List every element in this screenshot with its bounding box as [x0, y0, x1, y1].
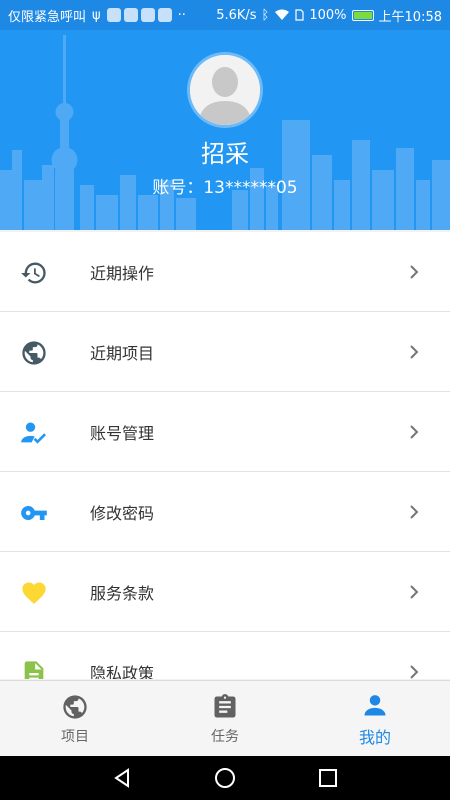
- profile-header: 招采 账号：13******05: [0, 30, 450, 230]
- account-check-icon: [20, 419, 48, 447]
- menu-item-privacy-policy[interactable]: 隐私政策: [0, 632, 450, 679]
- account-number: 账号：13******05: [0, 173, 450, 198]
- chevron-right-icon: [406, 584, 422, 600]
- battery-icon: [351, 9, 374, 21]
- menu-item-label: 账号管理: [90, 423, 155, 443]
- globe-icon: [20, 339, 48, 367]
- default-avatar-icon: [190, 55, 260, 125]
- avatar[interactable]: [190, 55, 260, 125]
- notification-icons: [106, 8, 172, 22]
- wifi-icon: [275, 9, 290, 20]
- status-bar: 仅限紧急呼叫 ψ ·· 5.6K/s ᛒ 100% 上午10:58: [0, 0, 450, 30]
- key-icon: [20, 499, 48, 527]
- tab-tasks[interactable]: 任务: [150, 681, 300, 756]
- recents-icon[interactable]: [317, 767, 339, 789]
- menu-item-label: 服务条款: [90, 583, 155, 603]
- menu-item-recent-projects[interactable]: 近期项目: [0, 312, 450, 392]
- bluetooth-icon: ᛒ: [261, 7, 270, 23]
- person-icon: [360, 690, 390, 720]
- menu-item-label: 近期项目: [90, 343, 155, 363]
- account-label: 账号：: [152, 178, 204, 198]
- document-icon: [20, 659, 48, 679]
- chevron-right-icon: [406, 664, 422, 680]
- status-left: 仅限紧急呼叫 ψ ··: [8, 6, 186, 25]
- carrier-text: 仅限紧急呼叫: [8, 9, 87, 25]
- usb-icon: ψ: [92, 7, 101, 23]
- home-icon[interactable]: [214, 767, 236, 789]
- back-icon[interactable]: [111, 767, 133, 789]
- chevron-right-icon: [406, 424, 422, 440]
- globe-icon: [60, 692, 90, 722]
- chevron-right-icon: [406, 504, 422, 520]
- profile-menu: 近期操作 近期项目 账号管理 修改密码 服务条款 隐私政策: [0, 232, 450, 679]
- tab-projects[interactable]: 项目: [0, 681, 150, 756]
- clock: 上午10:58: [378, 9, 442, 25]
- user-name: 招采: [201, 140, 249, 168]
- menu-item-change-password[interactable]: 修改密码: [0, 472, 450, 552]
- sim-icon: [295, 9, 304, 21]
- chevron-right-icon: [406, 264, 422, 280]
- battery-percent: 100%: [309, 7, 347, 23]
- network-speed: 5.6K/s: [216, 7, 257, 23]
- notification-app-icon: [140, 8, 155, 22]
- tab-label: 任务: [211, 728, 239, 745]
- notification-app-icon: [157, 8, 172, 22]
- history-icon: [20, 259, 48, 287]
- heart-icon: [20, 579, 48, 607]
- menu-item-recent-operations[interactable]: 近期操作: [0, 232, 450, 312]
- clipboard-icon: [210, 692, 240, 722]
- menu-item-label: 隐私政策: [90, 663, 155, 680]
- tab-label: 我的: [358, 727, 391, 747]
- system-navigation-bar: [0, 756, 450, 800]
- notification-app-icon: [106, 8, 121, 22]
- notification-app-icon: [123, 8, 138, 22]
- tab-label: 项目: [61, 728, 89, 745]
- menu-item-label: 近期操作: [90, 263, 155, 283]
- tab-mine[interactable]: 我的: [300, 681, 450, 756]
- chevron-right-icon: [406, 344, 422, 360]
- status-right: 5.6K/s ᛒ 100% 上午10:58: [216, 6, 442, 25]
- account-value: 13******05: [203, 178, 298, 198]
- menu-item-label: 修改密码: [90, 503, 155, 523]
- menu-item-terms-of-service[interactable]: 服务条款: [0, 552, 450, 632]
- bottom-navigation: 项目 任务 我的: [0, 680, 450, 756]
- menu-item-account-management[interactable]: 账号管理: [0, 392, 450, 472]
- more-dots-icon: ··: [177, 7, 186, 23]
